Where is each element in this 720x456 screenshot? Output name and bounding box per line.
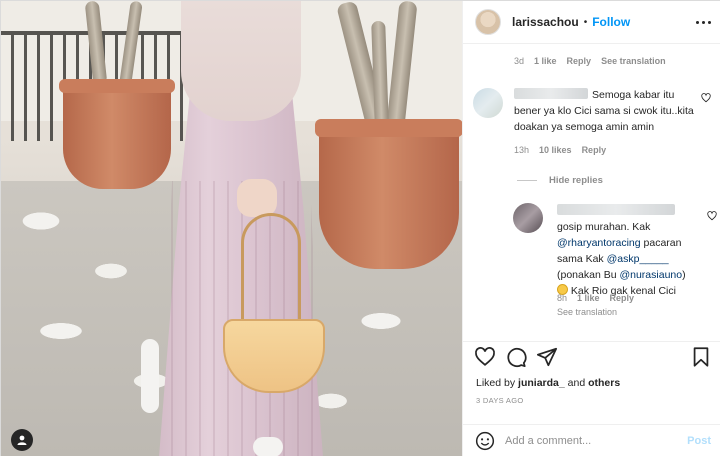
- post-username[interactable]: larissachou: [512, 15, 579, 29]
- post-header: larissachou • Follow: [463, 1, 720, 44]
- share-icon[interactable]: [536, 346, 558, 368]
- person-figure: [151, 1, 331, 456]
- like-comment-heart-icon[interactable]: [701, 93, 711, 103]
- flower-pot-right: [319, 123, 459, 269]
- reply-button[interactable]: Reply: [582, 145, 607, 155]
- mention-link[interactable]: @askp_____: [607, 253, 669, 265]
- comment-likes[interactable]: 10 likes: [539, 145, 572, 155]
- post-actions: [463, 341, 720, 371]
- comment-time: 13h: [514, 145, 530, 155]
- comment-text: gosip murahan. Kak @rharyantoracing paca…: [557, 203, 703, 299]
- more-icon[interactable]: [696, 20, 711, 24]
- comment-meta: 13h 10 likes Reply: [514, 145, 606, 155]
- hands: [237, 179, 277, 217]
- hijab: [181, 1, 301, 121]
- see-translation-button[interactable]: See translation: [601, 56, 666, 66]
- separator-dot: •: [583, 16, 588, 28]
- commenter-avatar[interactable]: [513, 203, 543, 233]
- comment-body-part: (ponakan Bu: [557, 269, 620, 281]
- user-tag-icon[interactable]: [11, 429, 33, 451]
- comment-body-part: ): [682, 269, 686, 281]
- reply-button[interactable]: Reply: [567, 56, 592, 66]
- shoe: [253, 437, 283, 456]
- shoe: [141, 339, 159, 413]
- liked-by-others[interactable]: others: [588, 377, 620, 389]
- liked-by-prefix: Liked by: [476, 377, 519, 389]
- divider-line: [517, 180, 537, 181]
- commenter-avatar[interactable]: [473, 88, 503, 118]
- comment-meta: 8h 1 like Reply: [557, 293, 634, 303]
- comment-time: 3d: [514, 56, 525, 66]
- hide-replies-button[interactable]: Hide replies: [517, 175, 603, 186]
- instagram-post: larissachou • Follow 3d 1 like Reply See…: [0, 0, 720, 456]
- heart-icon[interactable]: [474, 346, 496, 368]
- follow-button[interactable]: Follow: [592, 15, 630, 29]
- add-comment-bar: Post: [463, 424, 720, 456]
- comment-likes[interactable]: 1 like: [577, 293, 600, 303]
- blurred-username[interactable]: [514, 88, 588, 99]
- like-comment-heart-icon[interactable]: [707, 211, 717, 221]
- mention-link[interactable]: @nurasiauno: [619, 269, 682, 281]
- post-side-panel: larissachou • Follow 3d 1 like Reply See…: [462, 1, 720, 456]
- comment-text: Semoga kabar itu bener ya klo Cici sama …: [514, 87, 700, 135]
- post-comment-button[interactable]: Post: [687, 435, 711, 447]
- avatar[interactable]: [475, 9, 501, 35]
- post-timestamp[interactable]: 3 DAYS AGO: [476, 396, 523, 405]
- comment-input[interactable]: [505, 435, 688, 447]
- bookmark-icon[interactable]: [690, 346, 712, 368]
- likes-summary: Liked by juniarda_ and others: [476, 377, 620, 389]
- hide-replies-label: Hide replies: [549, 175, 603, 186]
- comment-time: 8h: [557, 293, 568, 303]
- post-photo[interactable]: [1, 1, 462, 456]
- comment-likes[interactable]: 1 like: [534, 56, 557, 66]
- liked-by-and: and: [564, 377, 589, 389]
- comment-icon[interactable]: [505, 346, 527, 368]
- comment-meta: 3d 1 like Reply See translation: [514, 56, 666, 66]
- reply-button[interactable]: Reply: [610, 293, 635, 303]
- comment-body-part: gosip murahan. Kak: [557, 221, 651, 233]
- mention-link[interactable]: @rharyantoracing: [557, 237, 641, 249]
- liked-by-user[interactable]: juniarda_: [518, 377, 565, 389]
- emoji-icon[interactable]: [475, 431, 495, 451]
- blurred-username[interactable]: [557, 204, 675, 215]
- see-translation-button[interactable]: See translation: [557, 307, 617, 317]
- pot-rim: [315, 119, 462, 137]
- comments-list[interactable]: 3d 1 like Reply See translation Semoga k…: [463, 45, 720, 341]
